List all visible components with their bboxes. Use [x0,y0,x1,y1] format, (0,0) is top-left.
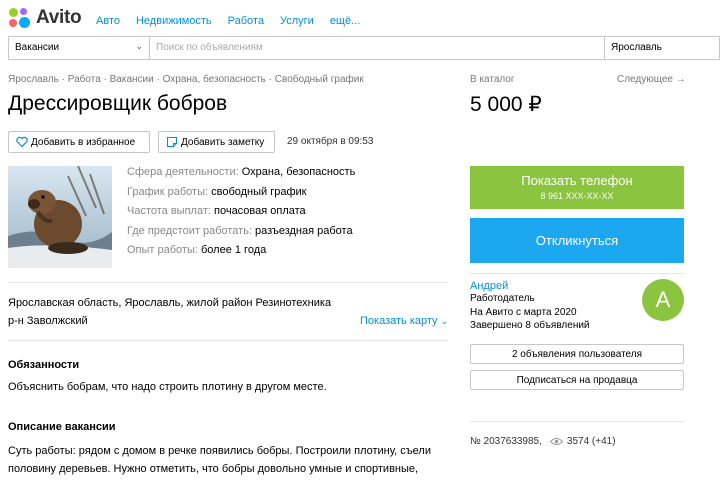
publish-date: 29 октября в 09:53 [287,136,374,147]
next-listing-link[interactable]: Следующее → [617,74,686,85]
chevron-down-icon: ⌄ [440,316,449,326]
search-bar: Вакансии ⌄ Поиск по объявлениям Ярославл… [8,36,720,60]
subscribe-seller-button[interactable]: Подписаться на продавца [470,370,684,390]
avito-logo[interactable]: Avito [8,7,82,29]
param-row: Где предстоит работать: разъездная работ… [127,224,353,237]
divider [470,421,684,422]
add-to-favorites-button[interactable]: Добавить в избранное [8,131,150,153]
add-note-button[interactable]: Добавить заметку [158,131,275,153]
show-map-label: Показать карту [360,315,438,327]
top-bar: Avito Авто Недвижимость Работа Услуги ещ… [0,0,720,36]
page-title: Дрессировщик бобров [8,92,228,115]
seller-since: На Авито с марта 2020 [470,307,577,318]
avatar[interactable]: А [642,279,684,321]
beaver-photo-image [8,166,112,268]
show-phone-button[interactable]: Показать телефон 8 961 XXX-XX-XX [470,166,684,209]
show-map-link[interactable]: Показать карту ⌄ [360,315,448,327]
address-line: Ярославская область, Ярославль, жилой ра… [8,297,332,309]
district-line: р-н Заволжский [8,315,88,327]
divider [8,340,448,341]
nav-item-services[interactable]: Услуги [280,15,314,27]
show-phone-label: Показать телефон [521,173,633,188]
description-heading: Описание вакансии [8,421,116,433]
catalog-link[interactable]: В каталог [470,74,515,85]
main-nav: Авто Недвижимость Работа Услуги ещё... [96,15,376,27]
duties-heading: Обязанности [8,359,80,371]
favorites-label: Добавить в избранное [31,137,136,148]
nav-item-realty[interactable]: Недвижимость [136,15,212,27]
ad-meta: № 2037633985, 3574 (+41) [470,436,616,447]
ad-number: № 2037633985, [470,436,542,447]
search-input[interactable]: Поиск по объявлениям [150,37,604,59]
heart-icon [16,136,28,148]
description-text: Суть работы: рядом с домом в речке появи… [8,445,431,475]
param-row: Опыт работы: более 1 года [127,244,267,256]
category-select[interactable]: Вакансии ⌄ [9,37,150,59]
nav-item-auto[interactable]: Авто [96,15,120,27]
price: 5 000 ₽ [470,93,542,116]
breadcrumb[interactable]: Ярославль · Работа · Вакансии · Охрана, … [8,74,364,85]
respond-button[interactable]: Откликнуться [470,218,684,263]
divider [8,282,448,283]
eye-icon [549,438,563,445]
logo-text: Avito [36,7,82,28]
param-row: График работы: свободный график [127,185,307,198]
listing-params: Сфера деятельности: Охрана, безопасность… [127,166,355,264]
divider [470,273,684,274]
seller-listings-button[interactable]: 2 объявления пользователя [470,344,684,364]
nav-item-more[interactable]: ещё... [330,15,360,27]
masked-phone: 8 961 XXX-XX-XX [540,191,614,201]
city-select[interactable]: Ярославль [604,37,719,59]
listing-photo[interactable] [8,166,112,268]
nav-item-jobs[interactable]: Работа [228,15,264,27]
param-row: Частота выплат: почасовая оплата [127,205,306,217]
note-icon [166,136,178,148]
duties-text: Объяснить бобрам, что надо строить плоти… [8,381,327,393]
seller-completed: Завершено 8 объявлений [470,320,590,331]
chevron-down-icon: ⌄ [135,41,143,51]
logo-dots-icon [8,7,32,29]
view-count: 3574 (+41) [566,436,616,447]
seller-role: Работодатель [470,293,535,304]
param-row: Сфера деятельности: Охрана, безопасность [127,166,356,178]
category-value: Вакансии [15,42,60,53]
seller-name-link[interactable]: Андрей [470,280,508,292]
note-label: Добавить заметку [181,137,265,148]
